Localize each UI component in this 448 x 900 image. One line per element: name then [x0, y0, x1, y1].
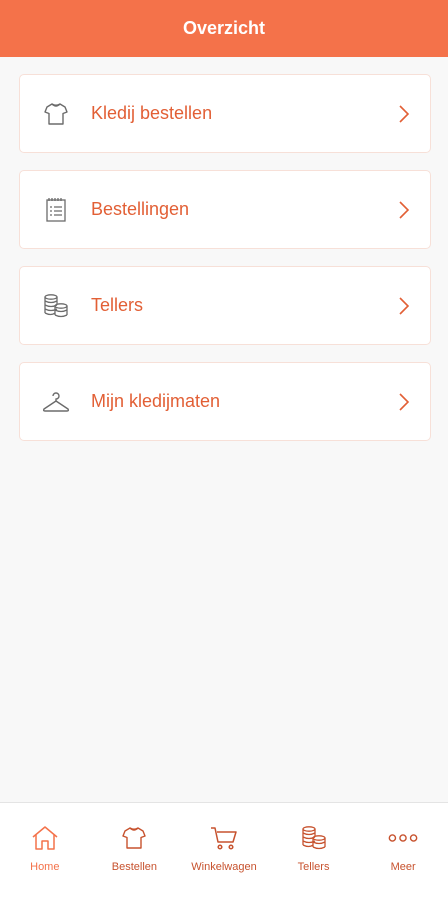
chevron-right-icon [396, 199, 412, 221]
tab-label: Tellers [297, 861, 330, 873]
more-icon [388, 823, 418, 853]
page-title: Overzicht [182, 18, 266, 38]
shirt-icon [119, 823, 149, 853]
hanger-icon [42, 388, 70, 416]
menu-item-label: Bestellingen [91, 199, 190, 219]
menu-item-kledij-bestellen[interactable]: Kledij bestellen [19, 74, 431, 153]
menu-item-label: Mijn kledijmaten [91, 391, 221, 411]
menu-item-mijn-kledijmaten[interactable]: Mijn kledijmaten [19, 362, 431, 441]
tab-label: Home [30, 861, 60, 873]
app-header: Overzicht [0, 0, 448, 57]
chevron-right-icon [396, 391, 412, 413]
cart-icon [209, 823, 239, 853]
tab-home[interactable]: Home [0, 803, 90, 900]
chevron-right-icon [396, 103, 412, 125]
tab-label: Meer [390, 861, 416, 873]
tab-tellers[interactable]: Tellers [269, 803, 359, 900]
tab-label: Bestellen [111, 861, 158, 873]
coins-icon [42, 292, 70, 320]
menu-item-tellers[interactable]: Tellers [19, 266, 431, 345]
menu-item-bestellingen[interactable]: Bestellingen [19, 170, 431, 249]
order-list-icon [42, 196, 70, 224]
home-icon [30, 823, 60, 853]
tab-bestellen[interactable]: Bestellen [90, 803, 180, 900]
menu-item-label: Tellers [91, 295, 144, 315]
overview-menu: Kledij bestellen Bestellingen Tellers Mi… [19, 74, 431, 458]
coins-icon [299, 823, 329, 853]
bottom-tab-bar: Home Bestellen Winkelwagen Tellers Meer [0, 802, 448, 900]
tab-winkelwagen[interactable]: Winkelwagen [179, 803, 269, 900]
shirt-icon [42, 100, 70, 128]
tab-label: Winkelwagen [191, 861, 257, 873]
tab-meer[interactable]: Meer [358, 803, 448, 900]
menu-item-label: Kledij bestellen [91, 103, 213, 123]
chevron-right-icon [396, 295, 412, 317]
